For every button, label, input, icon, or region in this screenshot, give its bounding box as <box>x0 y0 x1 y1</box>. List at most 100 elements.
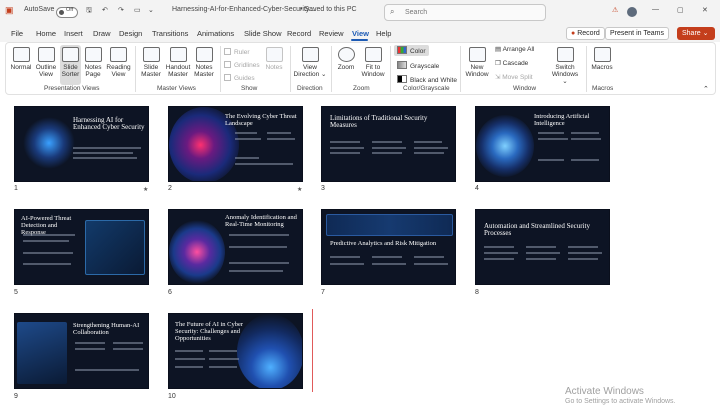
present-in-teams-button[interactable]: Present in Teams <box>605 27 669 40</box>
view-direction-button[interactable]: View Direction ⌄ <box>293 47 327 78</box>
tab-draw[interactable]: Draw <box>93 29 111 38</box>
switch-windows-button[interactable]: Switch Windows ⌄ <box>549 47 581 85</box>
slide-number-2: 2 <box>168 185 172 192</box>
slide-number-8: 8 <box>475 289 479 296</box>
slide-thumbnail-4[interactable]: Introducing Artificial Intelligence <box>475 106 610 182</box>
notes-page-icon <box>84 47 102 62</box>
notes-page-button[interactable]: Notes Page <box>83 47 103 78</box>
tab-file[interactable]: File <box>11 29 23 38</box>
slide-thumbnail-8[interactable]: Automation and Streamlined Security Proc… <box>475 209 610 285</box>
slide-thumbnail-5[interactable]: AI-Powered Threat Detection and Response <box>14 209 149 285</box>
active-tab-indicator <box>351 39 368 41</box>
present-icon[interactable]: ▭ <box>134 6 141 14</box>
arrange-all-button[interactable]: ▤ Arrange All <box>495 45 534 53</box>
tab-animations[interactable]: Animations <box>197 29 234 38</box>
new-window-button[interactable]: New Window <box>463 47 491 78</box>
fit-to-window-button[interactable]: Fit to Window <box>359 47 387 78</box>
slide-title: Automation and Streamlined Security Proc… <box>484 222 590 237</box>
zoom-icon <box>337 47 355 62</box>
group-label-direction: Direction <box>297 85 323 92</box>
insertion-marker <box>312 309 313 392</box>
reading-view-button[interactable]: Reading View <box>106 47 131 78</box>
guides-checkbox[interactable]: Guides <box>224 74 255 82</box>
autosave-state: Off <box>66 7 74 13</box>
undo-icon[interactable]: ↶ <box>102 6 108 14</box>
slide-thumbnail-1[interactable]: Harnessing AI for Enhanced Cyber Securit… <box>14 106 149 182</box>
slide-number-10: 10 <box>168 393 176 400</box>
group-label-macros: Macros <box>592 85 614 92</box>
gridlines-checkbox[interactable]: Gridlines <box>224 61 260 69</box>
slide-title: AI-Powered Threat Detection and Response <box>21 215 72 236</box>
grayscale-button[interactable]: Grayscale <box>394 60 442 71</box>
slide-number-6: 6 <box>168 289 172 296</box>
share-button[interactable]: Share ⌄ <box>677 27 715 40</box>
tab-view[interactable]: View <box>352 29 369 38</box>
normal-view-button[interactable]: Normal <box>9 47 33 71</box>
search-icon: ⌕ <box>390 7 395 16</box>
slide-master-icon <box>142 47 160 62</box>
slide-sorter-icon <box>62 47 79 62</box>
minimize-icon[interactable]: — <box>652 6 659 13</box>
slide-thumbnail-2[interactable]: The Evolving Cyber Threat Landscape <box>168 106 303 182</box>
slide-number-4: 4 <box>475 185 479 192</box>
tab-transitions[interactable]: Transitions <box>152 29 188 38</box>
save-icon[interactable]: 🖫 <box>86 6 92 17</box>
activate-windows-title: Activate Windows <box>565 386 644 397</box>
notes-button[interactable]: Notes <box>262 47 286 71</box>
record-button[interactable]: ● Record <box>566 27 605 40</box>
close-icon[interactable]: ✕ <box>702 6 708 14</box>
outline-view-icon <box>37 47 55 62</box>
redo-icon[interactable]: ↷ <box>118 6 124 14</box>
slide-title: Introducing Artificial Intelligence <box>534 113 590 127</box>
maximize-icon[interactable]: ▢ <box>677 6 684 14</box>
normal-view-icon <box>12 47 30 62</box>
view-direction-icon <box>301 47 319 62</box>
tab-slide-show[interactable]: Slide Show <box>244 29 282 38</box>
save-state: • Saved to this PC <box>300 6 357 13</box>
slide-title: The Evolving Cyber Threat Landscape <box>225 113 297 127</box>
slide-number-5: 5 <box>14 289 18 296</box>
slide-thumbnail-10[interactable]: The Future of AI in Cyber Security: Chal… <box>168 313 303 389</box>
transition-star-icon: ★ <box>297 187 303 193</box>
notes-master-icon <box>195 47 213 62</box>
outline-view-button[interactable]: Outline View <box>34 47 58 78</box>
tab-help[interactable]: Help <box>376 29 391 38</box>
customize-toolbar-icon[interactable]: ⌄ <box>148 6 154 14</box>
slide-sorter-button[interactable]: Slide Sorter <box>60 45 81 85</box>
slide-thumbnail-7[interactable]: Predictive Analytics and Risk Mitigation <box>321 209 456 285</box>
tab-review[interactable]: Review <box>319 29 344 38</box>
warning-icon[interactable]: ⚠ <box>612 6 618 14</box>
handout-master-button[interactable]: Handout Master <box>165 47 191 78</box>
black-and-white-button[interactable]: Black and White <box>394 74 460 85</box>
slide-title: Predictive Analytics and Risk Mitigation <box>330 240 437 247</box>
tab-design[interactable]: Design <box>119 29 142 38</box>
tab-insert[interactable]: Insert <box>64 29 83 38</box>
slide-thumbnail-6[interactable]: Anomaly Identification and Real-Time Mon… <box>168 209 303 285</box>
ruler-checkbox[interactable]: Ruler <box>224 48 250 56</box>
slide-number-9: 9 <box>14 393 18 400</box>
new-window-icon <box>468 47 486 62</box>
tab-record[interactable]: Record <box>287 29 311 38</box>
search-box[interactable]: ⌕ Search <box>384 4 546 21</box>
activate-windows-subtitle: Go to Settings to activate Windows. <box>565 398 676 405</box>
handout-master-icon <box>169 47 187 62</box>
move-split-button[interactable]: ⇲ Move Split <box>495 73 533 81</box>
notes-master-button[interactable]: Notes Master <box>192 47 216 78</box>
search-placeholder: Search <box>405 9 428 16</box>
slide-thumbnail-9[interactable]: Strengthening Human-AI Collaboration <box>14 313 149 389</box>
group-label-color-grayscale: Color/Grayscale <box>403 85 450 92</box>
macros-button[interactable]: Macros <box>590 47 614 71</box>
slide-thumbnail-3[interactable]: Limitations of Traditional Security Meas… <box>321 106 456 182</box>
slide-master-button[interactable]: Slide Master <box>139 47 163 78</box>
cascade-button[interactable]: ❐ Cascade <box>495 59 528 67</box>
title-bar: ▣ AutoSave Off 🖫 ↶ ↷ ▭ ⌄ Harnessing-AI-f… <box>0 0 720 25</box>
group-label-master-views: Master Views <box>157 85 196 92</box>
avatar[interactable] <box>627 7 637 17</box>
color-button[interactable]: Color <box>394 45 429 56</box>
powerpoint-logo-icon: ▣ <box>5 5 14 15</box>
reading-view-icon <box>110 47 127 62</box>
collapse-ribbon-icon[interactable]: ⌃ <box>703 85 709 93</box>
tab-home[interactable]: Home <box>36 29 56 38</box>
autosave-label: AutoSave <box>24 6 55 13</box>
zoom-button[interactable]: Zoom <box>335 47 357 71</box>
